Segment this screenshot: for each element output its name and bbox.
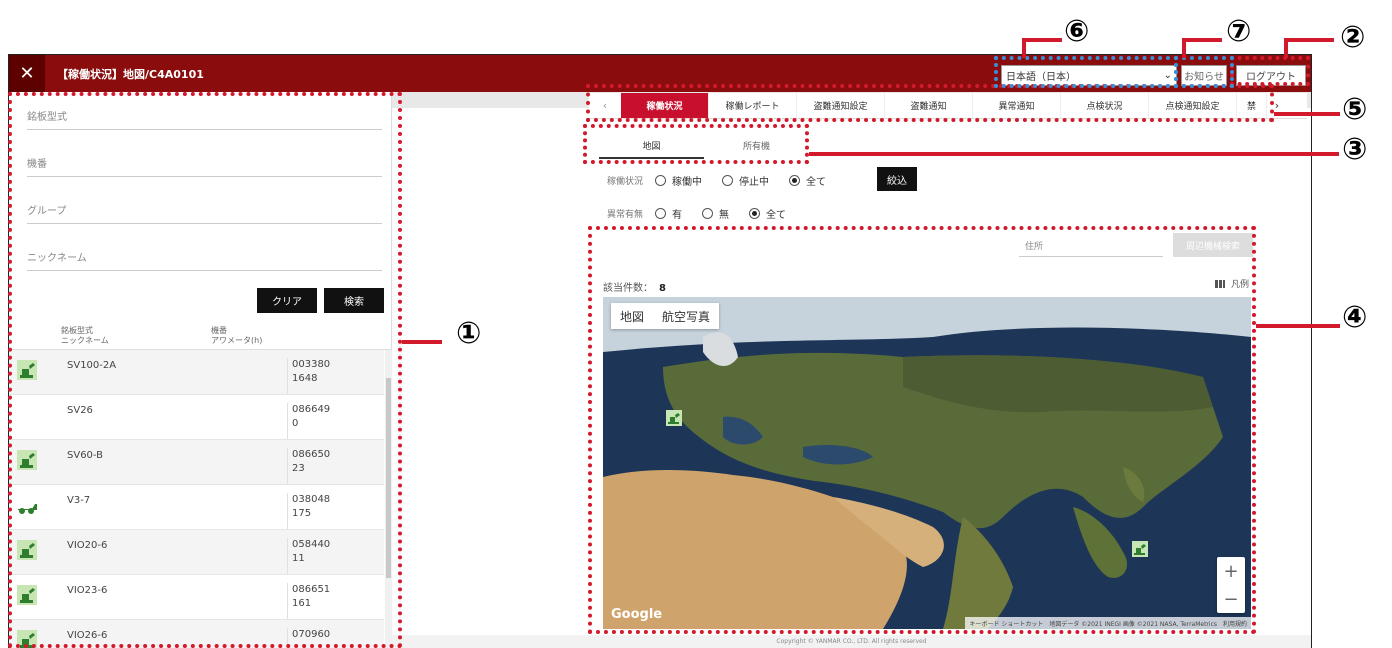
annotation-box-4	[588, 226, 1256, 634]
annotation-box-2	[1230, 56, 1310, 86]
annotation-box-6	[994, 56, 1178, 88]
annotation-box-3	[583, 124, 809, 164]
leader-line-2-v	[1284, 38, 1288, 58]
radio-status-all[interactable]: 全て	[789, 173, 826, 188]
annotation-box-1	[8, 92, 402, 648]
leader-line-4	[1256, 324, 1340, 328]
callout-6: ⑥	[1064, 14, 1090, 49]
radio-running[interactable]: 稼働中	[655, 173, 702, 188]
filter-button[interactable]: 絞込	[877, 167, 917, 191]
radio-abnormal-yes[interactable]: 有	[655, 206, 682, 221]
leader-line-3	[809, 152, 1339, 156]
status-filter-label: 稼働状況	[607, 177, 644, 187]
annotation-box-7	[1174, 56, 1234, 88]
callout-5: ⑤	[1342, 92, 1368, 127]
leader-line-2	[1284, 38, 1334, 42]
copyright: Copyright © YANMAR CO., LTD. All rights …	[392, 635, 1311, 648]
leader-line-1	[402, 340, 442, 344]
callout-4: ④	[1342, 300, 1368, 335]
callout-2: ②	[1340, 20, 1366, 55]
close-icon: ✕	[19, 63, 35, 84]
abnormal-filter: 異常有無 有 無 全て	[607, 206, 806, 221]
leader-line-6	[1022, 38, 1062, 42]
leader-line-7	[1182, 38, 1222, 42]
callout-3: ③	[1342, 132, 1368, 167]
page-title: 【稼働状況】地図/C4A0101	[57, 67, 204, 81]
abnormal-filter-label: 異常有無	[607, 210, 644, 220]
callout-7: ⑦	[1226, 14, 1252, 49]
annotation-box-5	[586, 84, 1274, 122]
leader-line-7-v	[1182, 38, 1186, 58]
close-button[interactable]: ✕	[9, 55, 45, 92]
status-filter: 稼働状況 稼働中 停止中 全て	[607, 173, 846, 188]
leader-line-6-v	[1022, 38, 1026, 58]
callout-1: ①	[456, 316, 482, 351]
leader-line-5	[1274, 112, 1340, 116]
radio-abnormal-all[interactable]: 全て	[749, 206, 786, 221]
radio-abnormal-no[interactable]: 無	[702, 206, 729, 221]
radio-stopped[interactable]: 停止中	[722, 173, 769, 188]
